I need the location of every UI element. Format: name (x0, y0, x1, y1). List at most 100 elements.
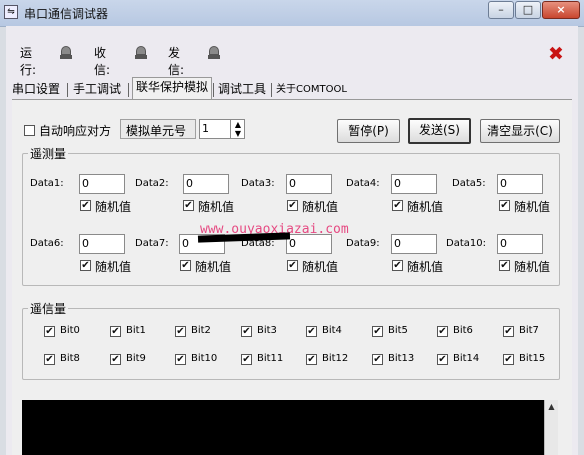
telesignal-group (22, 308, 560, 380)
clear-display-button[interactable]: 清空显示(C) (480, 119, 560, 143)
bit4-label: Bit4 (322, 325, 342, 336)
bit11-checkbox[interactable]: ✔ (241, 354, 252, 365)
run-lamp-icon (60, 46, 72, 60)
title-bar: ⇋ 串口通信调试器 – □ × (0, 0, 584, 27)
bit1-label: Bit1 (126, 325, 146, 336)
bit11-label: Bit11 (257, 353, 284, 364)
telesignal-title: 遥信量 (28, 300, 69, 317)
data1-label: Data1: (30, 178, 64, 189)
recv-lamp-icon (135, 46, 147, 60)
data4-input[interactable]: 0 (391, 174, 437, 194)
data3-random-checkbox[interactable]: ✔ (287, 200, 298, 211)
pause-button[interactable]: 暂停(P) (337, 119, 400, 143)
data2-random-label: 随机值 (198, 200, 235, 214)
bit12-label: Bit12 (322, 353, 349, 364)
send-lamp-icon (208, 46, 220, 60)
minimize-button[interactable]: – (488, 1, 514, 19)
data2-input[interactable]: 0 (183, 174, 229, 194)
exit-icon[interactable]: ✖ (546, 44, 566, 64)
data4-random-checkbox[interactable]: ✔ (392, 200, 403, 211)
bit0-checkbox[interactable]: ✔ (44, 326, 55, 337)
data1-input[interactable]: 0 (79, 174, 125, 194)
bit8-label: Bit8 (60, 353, 80, 364)
data9-random-checkbox[interactable]: ✔ (392, 260, 403, 271)
data5-random-label: 随机值 (514, 200, 551, 214)
bit8-checkbox[interactable]: ✔ (44, 354, 55, 365)
tab-about[interactable]: 关于COMTOOL (276, 80, 347, 99)
bit3-checkbox[interactable]: ✔ (241, 326, 252, 337)
data9-input[interactable]: 0 (391, 234, 437, 254)
data9-label: Data9: (346, 238, 380, 249)
data8-input[interactable]: 0 (286, 234, 332, 254)
tab-manual-debug[interactable]: 手工调试 (73, 80, 121, 99)
unit-number-value: 1 (202, 122, 209, 135)
bit5-checkbox[interactable]: ✔ (372, 326, 383, 337)
data1-random-label: 随机值 (95, 200, 132, 214)
recv-label: 收信: (94, 46, 111, 77)
tab-serial-settings[interactable]: 串口设置 (12, 80, 60, 99)
data3-random-label: 随机值 (302, 200, 339, 214)
data4-label: Data4: (346, 178, 380, 189)
bit3-label: Bit3 (257, 325, 277, 336)
data7-random-checkbox[interactable]: ✔ (180, 260, 191, 271)
data5-label: Data5: (452, 178, 486, 189)
bit0-label: Bit0 (60, 325, 80, 336)
output-scrollbar[interactable]: ▲ (544, 400, 558, 455)
data3-label: Data3: (241, 178, 275, 189)
send-button[interactable]: 发送(S) (408, 118, 471, 144)
data6-random-label: 随机值 (95, 260, 132, 274)
bit13-label: Bit13 (388, 353, 415, 364)
bit5-label: Bit5 (388, 325, 408, 336)
data10-label: Data10: (446, 238, 486, 249)
data9-random-label: 随机值 (407, 260, 444, 274)
bit14-checkbox[interactable]: ✔ (437, 354, 448, 365)
data4-random-label: 随机值 (407, 200, 444, 214)
unit-label-box: 模拟单元号 (120, 119, 196, 139)
maximize-button[interactable]: □ (515, 1, 541, 19)
unit-number-input[interactable]: 1 ▲ ▼ (199, 119, 245, 139)
bit10-checkbox[interactable]: ✔ (175, 354, 186, 365)
auto-reply-label: 自动响应对方 (39, 124, 112, 138)
bit10-label: Bit10 (191, 353, 218, 364)
data10-input[interactable]: 0 (497, 234, 543, 254)
bit15-checkbox[interactable]: ✔ (503, 354, 514, 365)
data10-random-label: 随机值 (514, 260, 551, 274)
data2-random-checkbox[interactable]: ✔ (183, 200, 194, 211)
data3-input[interactable]: 0 (286, 174, 332, 194)
data10-random-checkbox[interactable]: ✔ (499, 260, 510, 271)
data6-input[interactable]: 0 (79, 234, 125, 254)
tab-debug-tools[interactable]: 调试工具 (218, 80, 266, 99)
bit2-label: Bit2 (191, 325, 211, 336)
bit14-label: Bit14 (453, 353, 480, 364)
data6-random-checkbox[interactable]: ✔ (80, 260, 91, 271)
spin-up-icon[interactable]: ▲ (230, 120, 245, 129)
bit2-checkbox[interactable]: ✔ (175, 326, 186, 337)
unit-label: 模拟单元号 (126, 124, 187, 138)
bit6-label: Bit6 (453, 325, 473, 336)
data2-label: Data2: (135, 178, 169, 189)
bit9-checkbox[interactable]: ✔ (110, 354, 121, 365)
output-display[interactable] (22, 400, 544, 455)
bit6-checkbox[interactable]: ✔ (437, 326, 448, 337)
close-button[interactable]: × (542, 1, 580, 19)
send-label: 发信: (168, 46, 185, 77)
data7-random-label: 随机值 (195, 260, 232, 274)
data5-input[interactable]: 0 (497, 174, 543, 194)
spin-down-icon[interactable]: ▼ (230, 129, 245, 138)
bit4-checkbox[interactable]: ✔ (306, 326, 317, 337)
tab-protection-sim[interactable]: 联华保护模拟 (132, 77, 213, 99)
data8-random-checkbox[interactable]: ✔ (287, 260, 298, 271)
bit13-checkbox[interactable]: ✔ (372, 354, 383, 365)
run-label: 运行: (20, 46, 37, 77)
bit1-checkbox[interactable]: ✔ (110, 326, 121, 337)
data8-random-label: 随机值 (302, 260, 339, 274)
scroll-up-icon[interactable]: ▲ (545, 400, 558, 414)
data5-random-checkbox[interactable]: ✔ (499, 200, 510, 211)
data1-random-checkbox[interactable]: ✔ (80, 200, 91, 211)
bit12-checkbox[interactable]: ✔ (306, 354, 317, 365)
bit15-label: Bit15 (519, 353, 546, 364)
bit9-label: Bit9 (126, 353, 146, 364)
data7-label: Data7: (135, 238, 169, 249)
bit7-checkbox[interactable]: ✔ (503, 326, 514, 337)
auto-reply-checkbox[interactable] (24, 125, 35, 136)
